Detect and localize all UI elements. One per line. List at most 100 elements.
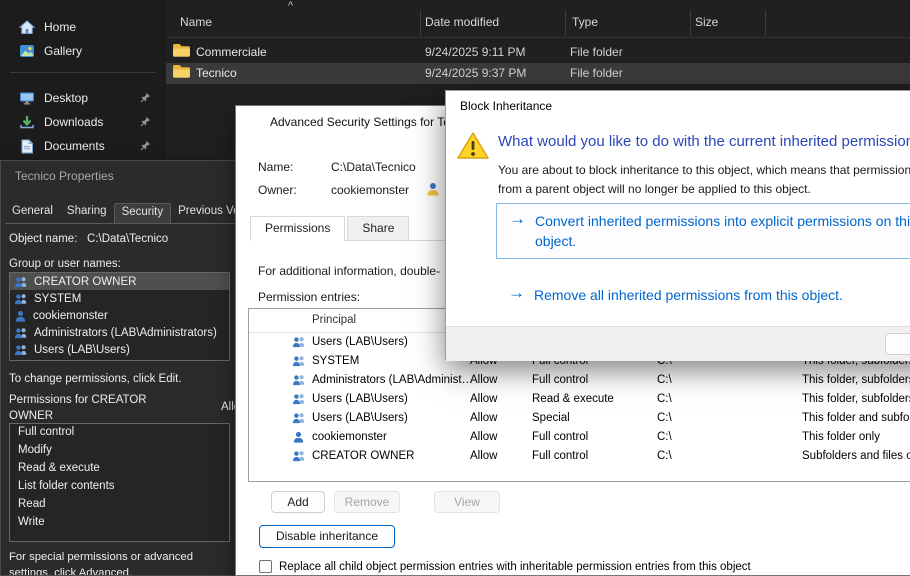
additional-info-text: For additional information, double- [258, 264, 440, 278]
replace-permissions-checkbox[interactable] [259, 560, 272, 573]
permission-item[interactable]: Modify [10, 442, 229, 460]
group-name: CREATOR OWNER [34, 276, 136, 288]
group-list-item[interactable]: SYSTEM [10, 290, 229, 307]
downloads-icon [18, 114, 35, 130]
dialog-title: Tecnico Properties [1, 161, 235, 191]
tecnico-properties-dialog: Tecnico Properties General Sharing Secur… [0, 160, 236, 576]
add-button[interactable]: Add [271, 491, 325, 513]
convert-permissions-command-link[interactable]: → Convert inherited permissions into exp… [496, 203, 910, 259]
name-label: Name: [258, 160, 293, 174]
permission-entry-row[interactable]: Administrators (LAB\Administrators) Allo… [249, 371, 910, 390]
owner-user-icon [426, 182, 440, 199]
permission-entry-row[interactable]: Users (LAB\Users) Allow Special C:\ This… [249, 409, 910, 428]
entry-type: Allow [470, 393, 497, 405]
sidebar-item-desktop[interactable]: Desktop [6, 86, 160, 110]
user-icon [292, 431, 305, 446]
column-header-type[interactable]: Type [572, 15, 598, 29]
file-name: Tecnico [196, 66, 237, 80]
disable-inheritance-button[interactable]: Disable inheritance [259, 525, 395, 548]
replace-permissions-label: Replace all child object permission entr… [279, 561, 751, 573]
entry-principal: CREATOR OWNER [312, 450, 474, 462]
column-header-date[interactable]: Date modified [425, 15, 499, 29]
tab-sharing[interactable]: Sharing [60, 203, 114, 223]
folder-icon [172, 64, 191, 82]
group-list-item[interactable]: CREATOR OWNER [10, 273, 229, 290]
allow-column-header: Allow [221, 401, 236, 413]
permission-item[interactable]: List folder contents [10, 478, 229, 496]
entry-applies-to: This folder, subfolders and files [802, 374, 910, 386]
permission-entry-row[interactable]: Users (LAB\Users) Allow Read & execute C… [249, 390, 910, 409]
entry-inherited-from: C:\ [657, 412, 672, 424]
entry-inherited-from: C:\ [657, 374, 672, 386]
column-separator[interactable] [765, 10, 766, 36]
dialog-footer: Cancel [446, 326, 910, 361]
file-type: File folder [570, 66, 623, 80]
remove-permissions-label: Remove all inherited permissions from th… [534, 285, 843, 305]
dialog-title: Block Inheritance [446, 91, 910, 121]
tab-security[interactable]: Security [114, 203, 172, 223]
column-header-size[interactable]: Size [695, 15, 718, 29]
remove-permissions-command-link[interactable]: → Remove all inherited permissions from … [496, 284, 910, 308]
permission-item[interactable]: Write [10, 514, 229, 532]
group-list-item[interactable]: Administrators (LAB\Administrators) [10, 324, 229, 341]
tab-general[interactable]: General [5, 203, 60, 223]
properties-tab-strip: General Sharing Security Previous Versio… [5, 203, 235, 224]
permission-entry-row[interactable]: cookiemonster Allow Full control C:\ Thi… [249, 428, 910, 447]
file-date: 9/24/2025 9:37 PM [425, 66, 526, 80]
dialog-body-text: You are about to block inheritance to th… [498, 161, 910, 198]
group-icon [292, 393, 306, 408]
warning-icon [456, 131, 490, 164]
permissions-list: Full control Modify Read & execute List … [9, 423, 230, 542]
group-name: Administrators (LAB\Administrators) [34, 327, 217, 339]
group-icon [292, 336, 306, 351]
permission-item[interactable]: Full control [10, 424, 229, 442]
entry-principal: cookiemonster [312, 431, 474, 443]
entry-access: Full control [532, 450, 588, 462]
group-icon [292, 374, 306, 389]
column-separator[interactable] [565, 10, 566, 36]
block-inheritance-dialog: Block Inheritance What would you like to… [445, 90, 910, 360]
column-separator[interactable] [690, 10, 691, 36]
entry-principal: Administrators (LAB\Administrators) [312, 374, 474, 386]
tab-previous-versions[interactable]: Previous Versions [171, 203, 236, 223]
permission-item[interactable]: Read & execute [10, 460, 229, 478]
tab-share[interactable]: Share [347, 216, 409, 240]
file-type: File folder [570, 45, 623, 59]
group-list-item[interactable]: cookiemonster [10, 307, 229, 324]
advanced-hint-text: For special permissions or advanced sett… [9, 549, 233, 576]
group-icon [14, 327, 28, 339]
permission-item[interactable]: Read [10, 496, 229, 514]
header-divider [166, 37, 910, 38]
view-button: View [434, 491, 500, 513]
group-list-item[interactable]: Users (LAB\Users) [10, 341, 229, 358]
group-name: SYSTEM [34, 293, 81, 305]
file-date: 9/24/2025 9:11 PM [425, 45, 526, 59]
sidebar-item-label: Documents [44, 139, 105, 153]
group-icon [14, 344, 28, 356]
sidebar-item-label: Downloads [44, 115, 103, 129]
sidebar-item-documents[interactable]: Documents [6, 134, 160, 158]
entry-applies-to: This folder, subfolders and files [802, 393, 910, 405]
group-icon [292, 450, 306, 465]
tab-permissions[interactable]: Permissions [250, 216, 345, 241]
permission-entries-label: Permission entries: [258, 290, 360, 304]
object-name-label: Object name: [9, 233, 77, 245]
remove-button: Remove [334, 491, 400, 513]
arrow-icon: → [508, 283, 525, 303]
entry-access: Full control [532, 374, 588, 386]
name-value: C:\Data\Tecnico [331, 160, 416, 174]
sidebar-item-downloads[interactable]: Downloads [6, 110, 160, 134]
column-header-name[interactable]: Name [180, 15, 212, 29]
column-separator[interactable] [420, 10, 421, 36]
permission-entry-row[interactable]: CREATOR OWNER Allow Full control C:\ Sub… [249, 447, 910, 466]
sidebar-item-label: Gallery [44, 44, 82, 58]
column-header-principal[interactable]: Principal [312, 314, 356, 326]
group-user-list: CREATOR OWNER SYSTEM cookiemonster Admin… [9, 272, 230, 361]
sidebar-item-gallery[interactable]: Gallery [6, 39, 160, 63]
file-row-tecnico[interactable]: Tecnico 9/24/2025 9:37 PM File folder [166, 63, 910, 84]
group-icon [292, 412, 306, 427]
file-row-commerciale[interactable]: Commerciale 9/24/2025 9:11 PM File folde… [166, 42, 910, 63]
cancel-button[interactable]: Cancel [885, 333, 910, 355]
folder-icon [172, 43, 191, 61]
sidebar-item-home[interactable]: Home [6, 15, 160, 39]
